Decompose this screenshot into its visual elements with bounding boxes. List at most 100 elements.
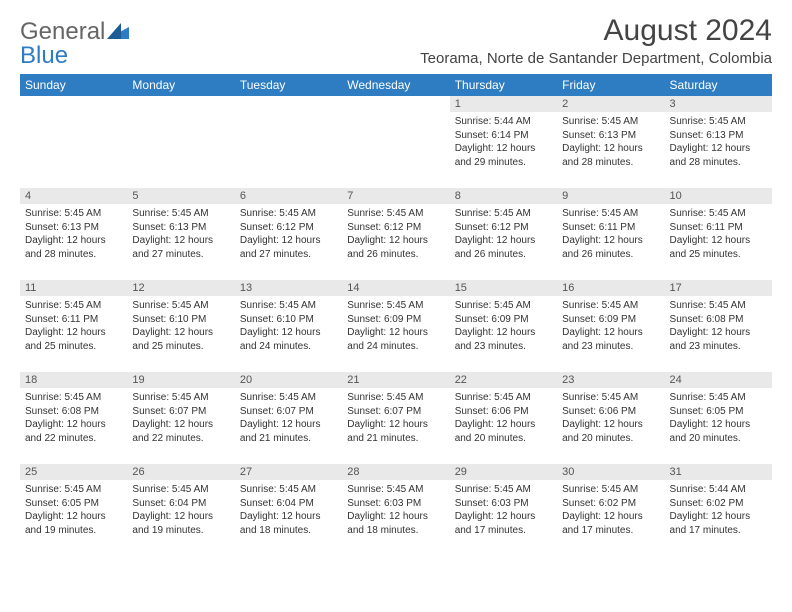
calendar-day-cell [235,96,342,188]
sunset-line: Sunset: 6:12 PM [455,222,529,233]
day-body: Sunrise: 5:45 AMSunset: 6:11 PMDaylight:… [20,296,127,357]
sunset-line: Sunset: 6:09 PM [455,314,529,325]
day-body: Sunrise: 5:45 AMSunset: 6:08 PMDaylight:… [20,388,127,449]
calendar-week-row: 18Sunrise: 5:45 AMSunset: 6:08 PMDayligh… [20,372,772,464]
day-number: 1 [450,96,557,112]
sunset-line: Sunset: 6:04 PM [132,498,206,509]
sunrise-line: Sunrise: 5:45 AM [25,484,101,495]
calendar-day-cell: 20Sunrise: 5:45 AMSunset: 6:07 PMDayligh… [235,372,342,464]
sunset-line: Sunset: 6:09 PM [562,314,636,325]
day-number: 28 [342,464,449,480]
sunrise-line: Sunrise: 5:45 AM [132,484,208,495]
sunset-line: Sunset: 6:11 PM [562,222,635,233]
day-body: Sunrise: 5:45 AMSunset: 6:11 PMDaylight:… [665,204,772,265]
daylight-line: Daylight: 12 hours and 28 minutes. [562,143,643,168]
daylight-line: Daylight: 12 hours and 22 minutes. [25,419,106,444]
weekday-header: Monday [127,74,234,96]
weekday-header: Sunday [20,74,127,96]
calendar-week-row: 1Sunrise: 5:44 AMSunset: 6:14 PMDaylight… [20,96,772,188]
daylight-line: Daylight: 12 hours and 28 minutes. [25,235,106,260]
calendar-day-cell: 17Sunrise: 5:45 AMSunset: 6:08 PMDayligh… [665,280,772,372]
page-subtitle: Teorama, Norte de Santander Department, … [420,50,772,67]
sunrise-line: Sunrise: 5:45 AM [240,484,316,495]
sunset-line: Sunset: 6:10 PM [132,314,206,325]
day-number: 11 [20,280,127,296]
sunrise-line: Sunrise: 5:44 AM [670,484,746,495]
day-number: 26 [127,464,234,480]
day-number: 6 [235,188,342,204]
sunrise-line: Sunrise: 5:45 AM [132,208,208,219]
calendar-day-cell: 19Sunrise: 5:45 AMSunset: 6:07 PMDayligh… [127,372,234,464]
sunrise-line: Sunrise: 5:45 AM [240,208,316,219]
day-body: Sunrise: 5:45 AMSunset: 6:13 PMDaylight:… [557,112,664,173]
logo: General Blue [20,14,129,68]
sunset-line: Sunset: 6:05 PM [25,498,99,509]
day-number: 31 [665,464,772,480]
sunset-line: Sunset: 6:13 PM [670,130,744,141]
sunrise-line: Sunrise: 5:45 AM [347,208,423,219]
daylight-line: Daylight: 12 hours and 25 minutes. [670,235,751,260]
calendar-day-cell: 7 Sunrise: 5:45 AM Sunset: 6:12 PM Daylight… [342,188,449,280]
calendar-day-cell: 13Sunrise: 5:45 AMSunset: 6:10 PMDayligh… [235,280,342,372]
daylight-line: Daylight: 12 hours and 26 minutes. [347,235,428,260]
day-number: 7 [342,188,449,204]
weekday-header-row: SundayMondayTuesdayWednesdayThursdayFrid… [20,74,772,96]
day-body: Sunrise: 5:45 AMSunset: 6:12 PMDaylight:… [450,204,557,265]
day-body: Sunrise: 5:45 AMSunset: 6:13 PMDaylight:… [20,204,127,265]
sunrise-line: Sunrise: 5:45 AM [25,392,101,403]
daylight-line: Daylight: 12 hours and 25 minutes. [132,327,213,352]
calendar-day-cell: 10Sunrise: 5:45 AMSunset: 6:11 PMDayligh… [665,188,772,280]
daylight-line: Daylight: 12 hours and 24 minutes. [240,327,321,352]
sunset-line: Sunset: 6:12 PM [347,222,421,233]
calendar-table: SundayMondayTuesdayWednesdayThursdayFrid… [20,74,772,556]
sunset-line: Sunset: 6:09 PM [347,314,421,325]
daylight-line: Daylight: 12 hours and 20 minutes. [562,419,643,444]
calendar-day-cell: 2Sunrise: 5:45 AMSunset: 6:13 PMDaylight… [557,96,664,188]
sunrise-line: Sunrise: 5:45 AM [455,392,531,403]
day-number: 18 [20,372,127,388]
calendar-day-cell: 23Sunrise: 5:45 AMSunset: 6:06 PMDayligh… [557,372,664,464]
daylight-line: Daylight: 12 hours and 26 minutes. [562,235,643,260]
day-number: 8 [450,188,557,204]
calendar-week-row: 11Sunrise: 5:45 AMSunset: 6:11 PMDayligh… [20,280,772,372]
calendar-day-cell: 5Sunrise: 5:45 AMSunset: 6:13 PMDaylight… [127,188,234,280]
calendar-day-cell: 18Sunrise: 5:45 AMSunset: 6:08 PMDayligh… [20,372,127,464]
calendar-day-cell: 28Sunrise: 5:45 AMSunset: 6:03 PMDayligh… [342,464,449,556]
sunrise-line: Sunrise: 5:45 AM [132,300,208,311]
day-number: 3 [665,96,772,112]
day-body: Sunrise: 5:45 AMSunset: 6:04 PMDaylight:… [127,480,234,541]
daylight-line: Daylight: 12 hours and 18 minutes. [240,511,321,536]
daylight-line: Daylight: 12 hours and 29 minutes. [455,143,536,168]
daylight-line: Daylight: 12 hours and 21 minutes. [240,419,321,444]
sunrise-line: Sunrise: 5:45 AM [562,484,638,495]
sunrise-line: Sunrise: 5:45 AM [455,300,531,311]
sunset-line: Sunset: 6:13 PM [132,222,206,233]
sunset-line: Sunset: 6:04 PM [240,498,314,509]
day-body: Sunrise: 5:45 AMSunset: 6:11 PMDaylight:… [557,204,664,265]
day-body: Sunrise: 5:45 AMSunset: 6:07 PMDaylight:… [235,388,342,449]
day-body: Sunrise: 5:45 AMSunset: 6:07 PMDaylight:… [342,388,449,449]
logo-blue: Blue [20,42,68,69]
calendar-day-cell: 21Sunrise: 5:45 AMSunset: 6:07 PMDayligh… [342,372,449,464]
sunrise-line: Sunrise: 5:45 AM [347,484,423,495]
daylight-line: Daylight: 12 hours and 17 minutes. [455,511,536,536]
daylight-line: Daylight: 12 hours and 21 minutes. [347,419,428,444]
calendar-day-cell: 26Sunrise: 5:45 AMSunset: 6:04 PMDayligh… [127,464,234,556]
calendar-day-cell: 14Sunrise: 5:45 AMSunset: 6:09 PMDayligh… [342,280,449,372]
sunrise-line: Sunrise: 5:45 AM [347,300,423,311]
day-body: Sunrise: 5:45 AMSunset: 6:10 PMDaylight:… [235,296,342,357]
calendar-day-cell: 22Sunrise: 5:45 AMSunset: 6:06 PMDayligh… [450,372,557,464]
daylight-line: Daylight: 12 hours and 17 minutes. [562,511,643,536]
day-body: Sunrise: 5:45 AMSunset: 6:09 PMDaylight:… [450,296,557,357]
sunrise-line: Sunrise: 5:45 AM [455,484,531,495]
day-number: 10 [665,188,772,204]
sunset-line: Sunset: 6:06 PM [562,406,636,417]
calendar-day-cell: 9Sunrise: 5:45 AMSunset: 6:11 PMDaylight… [557,188,664,280]
sunrise-line: Sunrise: 5:45 AM [240,392,316,403]
daylight-line: Daylight: 12 hours and 19 minutes. [25,511,106,536]
day-number: 30 [557,464,664,480]
sunset-line: Sunset: 6:13 PM [562,130,636,141]
day-body: Sunrise: 5:45 AM Sunset: 6:10 PM Daylight:… [127,296,234,357]
sunrise-line: Sunrise: 5:45 AM [25,300,101,311]
daylight-line: Daylight: 12 hours and 18 minutes. [347,511,428,536]
